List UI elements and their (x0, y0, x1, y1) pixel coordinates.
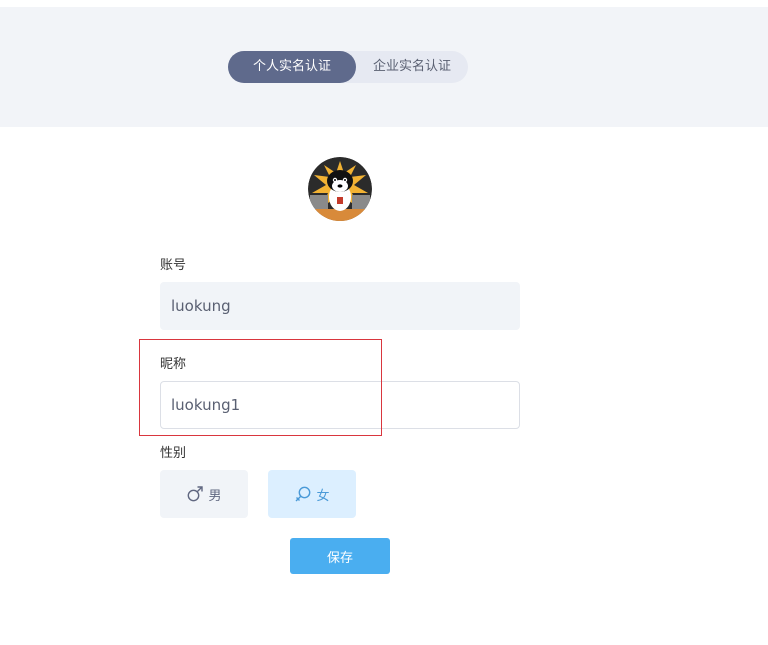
gender-female-button[interactable]: 女 (268, 470, 356, 518)
account-field[interactable] (160, 282, 520, 330)
save-button[interactable]: 保存 (290, 538, 390, 574)
gender-male-button[interactable]: 男 (160, 470, 248, 518)
verification-type-switch: 个人实名认证 企业实名认证 (228, 51, 468, 83)
account-label: 账号 (160, 258, 187, 273)
avatar[interactable] (308, 157, 372, 221)
dog-avatar-icon (308, 157, 372, 221)
gender-female-label: 女 (316, 488, 330, 504)
nickname-label: 昵称 (160, 357, 187, 372)
female-symbol-icon (295, 486, 311, 502)
tab-personal-verification[interactable]: 个人实名认证 (228, 51, 356, 83)
gender-label: 性别 (160, 446, 187, 461)
gender-male-label: 男 (208, 488, 222, 504)
nickname-field[interactable] (160, 381, 520, 429)
tab-enterprise-verification[interactable]: 企业实名认证 (356, 51, 468, 83)
male-symbol-icon (188, 486, 204, 502)
